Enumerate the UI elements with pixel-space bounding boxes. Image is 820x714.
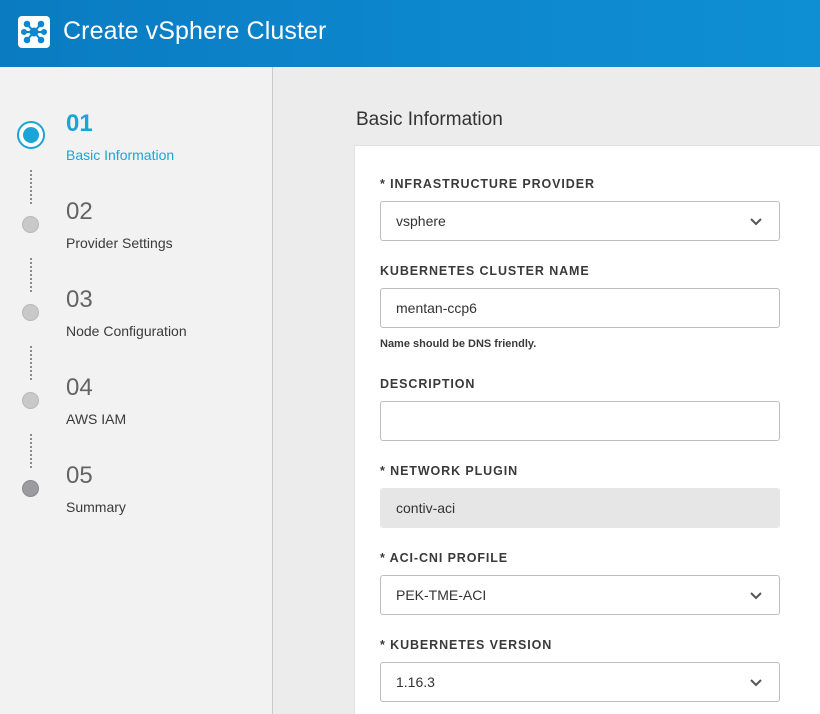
infrastructure-provider-select[interactable]: vsphere xyxy=(380,201,780,241)
chevron-down-icon xyxy=(750,218,762,226)
step-number: 05 xyxy=(66,462,93,489)
network-plugin-value: contiv-aci xyxy=(396,500,456,516)
step-pending-indicator-icon xyxy=(22,480,39,497)
chevron-down-icon xyxy=(750,679,762,687)
step-active-indicator-icon xyxy=(17,121,45,149)
step-number: 04 xyxy=(66,374,93,401)
kubernetes-version-value: 1.16.3 xyxy=(396,674,435,690)
step-connector xyxy=(30,346,32,380)
step-label: Basic Information xyxy=(66,147,175,163)
step-number: 03 xyxy=(66,286,93,313)
cluster-name-hint: Name should be DNS friendly. xyxy=(380,338,537,350)
kubernetes-version-label: * KUBERNETES VERSION xyxy=(380,638,553,652)
step-label: Provider Settings xyxy=(66,235,173,251)
kubernetes-version-select[interactable]: 1.16.3 xyxy=(380,662,780,702)
step-connector xyxy=(30,434,32,468)
cluster-name-label: KUBERNETES CLUSTER NAME xyxy=(380,264,590,278)
app-header: Create vSphere Cluster xyxy=(0,0,820,67)
page-title: Create vSphere Cluster xyxy=(63,17,327,45)
cluster-name-value: mentan-ccp6 xyxy=(396,300,477,316)
aci-cni-profile-label: * ACI-CNI PROFILE xyxy=(380,551,509,565)
step-connector xyxy=(30,170,32,204)
step-connector xyxy=(30,258,32,292)
step-pending-indicator-icon xyxy=(22,304,39,321)
step-pending-indicator-icon xyxy=(22,216,39,233)
step-number: 01 xyxy=(66,110,93,137)
step-label: Node Configuration xyxy=(66,323,187,339)
network-plugin-field: contiv-aci xyxy=(380,488,780,528)
wizard-sidebar: 01 Basic Information 02 Provider Setting… xyxy=(0,67,273,714)
cluster-name-input[interactable]: mentan-ccp6 xyxy=(380,288,780,328)
chevron-down-icon xyxy=(750,592,762,600)
section-title: Basic Information xyxy=(356,109,503,130)
network-plugin-label: * NETWORK PLUGIN xyxy=(380,464,519,478)
cluster-logo-icon xyxy=(18,16,50,48)
step-label: AWS IAM xyxy=(66,411,127,427)
step-pending-indicator-icon xyxy=(22,392,39,409)
aci-cni-profile-value: PEK-TME-ACI xyxy=(396,587,487,603)
step-number: 02 xyxy=(66,198,93,225)
infrastructure-provider-label: * INFRASTRUCTURE PROVIDER xyxy=(380,177,595,191)
step-label: Summary xyxy=(66,499,126,515)
infrastructure-provider-value: vsphere xyxy=(396,213,446,229)
description-label: DESCRIPTION xyxy=(380,377,476,391)
aci-cni-profile-select[interactable]: PEK-TME-ACI xyxy=(380,575,780,615)
description-input[interactable] xyxy=(380,401,780,441)
main-content: Basic Information * INFRASTRUCTURE PROVI… xyxy=(274,67,820,714)
